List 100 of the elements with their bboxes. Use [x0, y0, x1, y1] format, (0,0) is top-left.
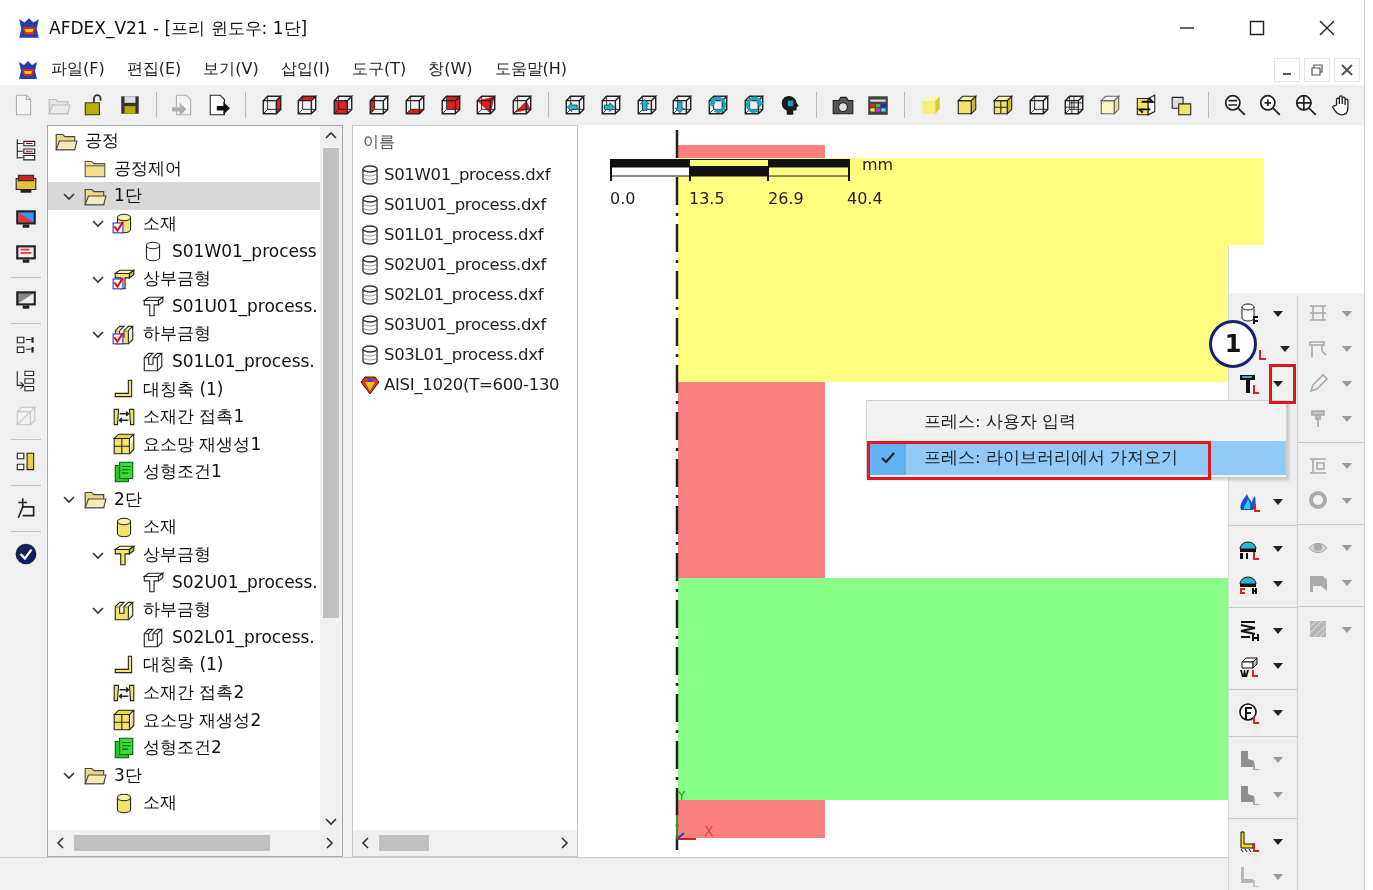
- tree-item[interactable]: 소재: [48, 209, 320, 238]
- scroll-thumb[interactable]: [379, 835, 429, 852]
- caret-icon: [1341, 497, 1352, 504]
- tree-item[interactable]: S01W01_process: [48, 237, 320, 265]
- scale-label: 13.5: [689, 188, 725, 208]
- scrollbar[interactable]: [48, 830, 342, 857]
- caret-icon: [1273, 756, 1283, 763]
- cylinder-icon: [359, 283, 381, 306]
- tree-item[interactable]: 성형조건2: [48, 733, 320, 762]
- tree-item[interactable]: 요소망 재생성1: [48, 430, 320, 458]
- caret-icon: [1273, 662, 1283, 669]
- tree-item[interactable]: 2단: [48, 485, 320, 514]
- annotation-frame: [1269, 364, 1296, 404]
- caret-icon: [1273, 873, 1283, 880]
- caret-icon: [1273, 545, 1283, 552]
- document-logo-icon: [17, 58, 39, 81]
- menu-item[interactable]: 창(W): [428, 59, 473, 81]
- grid-box-icon: [112, 432, 136, 457]
- scale-label: 0.0: [610, 188, 636, 208]
- caret-icon: [1341, 579, 1352, 586]
- tree-item[interactable]: 소재간 접촉2: [48, 678, 320, 707]
- letter-mark-icon: [1259, 349, 1266, 360]
- menu-item[interactable]: 파일(F): [51, 59, 105, 81]
- tree-item[interactable]: S02L01_process.: [48, 623, 320, 652]
- list-item[interactable]: S02L01_process.dxf: [359, 279, 577, 310]
- scale-label: 26.9: [768, 188, 804, 208]
- tree-item[interactable]: 하부금형: [48, 320, 320, 348]
- tree-item[interactable]: 상부금형: [48, 264, 320, 293]
- document-icon: [112, 735, 136, 760]
- scale-unit: mm: [862, 154, 894, 174]
- caret-icon: [1273, 498, 1283, 505]
- tree-item[interactable]: 공정제어: [48, 154, 320, 183]
- tree-item[interactable]: 3단: [48, 761, 320, 790]
- tree-item[interactable]: 대칭축 (1): [48, 375, 320, 403]
- menu-item[interactable]: 보기(V): [203, 59, 259, 81]
- caret-icon: [1273, 791, 1283, 798]
- tree-item[interactable]: 1단: [48, 182, 320, 210]
- window-title: AFDEX_V21 - [프리 윈도우: 1단]: [49, 16, 309, 40]
- cylinder-icon: [359, 343, 381, 366]
- tree-item[interactable]: 소재: [48, 513, 320, 541]
- die-icon: [141, 294, 165, 319]
- caret-icon: [1273, 380, 1283, 387]
- caret-icon: [1341, 310, 1352, 317]
- menu-item[interactable]: 삽입(I): [280, 59, 330, 81]
- tree-item[interactable]: S01L01_process.: [48, 347, 320, 376]
- list-item[interactable]: S01U01_process.dxf: [359, 189, 577, 220]
- list-item[interactable]: S03L01_process.dxf: [359, 339, 577, 370]
- cylinder-icon: [359, 193, 381, 216]
- tree-item[interactable]: 성형조건1: [48, 458, 320, 486]
- tree-item[interactable]: S01U01_process.: [48, 292, 320, 320]
- axis-label: X: [704, 822, 714, 839]
- boot-icon: [1237, 829, 1261, 854]
- caret-icon: [1341, 626, 1352, 633]
- grid-box-icon: [112, 708, 136, 733]
- caret-icon: [1280, 345, 1290, 352]
- menu-item[interactable]: 편집(E): [126, 59, 182, 81]
- scale-label: 40.4: [847, 188, 883, 208]
- caret-icon: [1273, 310, 1283, 317]
- axis-triad-icon: [674, 812, 698, 841]
- axis-label: Y: [678, 788, 686, 803]
- gem-icon: [359, 373, 381, 396]
- close-icon[interactable]: [1334, 57, 1360, 82]
- scrollbar[interactable]: [320, 125, 342, 831]
- caret-icon: [1341, 415, 1352, 422]
- caret-icon: [1341, 380, 1352, 387]
- menu-item[interactable]: 프레스: 사용자 입력: [867, 405, 1286, 439]
- caret-icon: [1273, 627, 1283, 634]
- caret-icon: [1341, 345, 1352, 352]
- circle-letter-icon: [1237, 700, 1261, 725]
- tree-item[interactable]: 요소망 재생성2: [48, 706, 320, 734]
- minimize-icon[interactable]: [1274, 57, 1300, 82]
- list-item[interactable]: S01L01_process.dxf: [359, 219, 577, 250]
- caret-icon: [1273, 838, 1283, 845]
- list-item[interactable]: AISI_1020(T=600-130: [359, 369, 577, 400]
- list-item[interactable]: S03U01_process.dxf: [359, 309, 577, 340]
- check-icon: [880, 451, 896, 465]
- tree-item[interactable]: 소재: [48, 789, 320, 817]
- tree-item[interactable]: 하부금형: [48, 595, 320, 624]
- menu-item[interactable]: 도구(T): [351, 59, 407, 81]
- scrollbar[interactable]: [353, 830, 577, 857]
- tree-item[interactable]: 상부금형: [48, 540, 320, 569]
- caret-icon: [1341, 462, 1352, 469]
- tree-item[interactable]: 소재간 접촉1: [48, 402, 320, 431]
- tree-item[interactable]: 공정: [48, 126, 320, 155]
- column-header[interactable]: 이름: [359, 131, 577, 160]
- menu-item[interactable]: 도움말(H): [494, 59, 567, 81]
- app-logo-icon: [17, 16, 41, 41]
- cylinder-icon: [359, 223, 381, 246]
- list-item[interactable]: S02U01_process.dxf: [359, 249, 577, 280]
- cylinder-icon: [359, 163, 381, 186]
- caret-icon: [1341, 544, 1352, 551]
- document-icon: [112, 459, 136, 484]
- caret-icon: [1273, 709, 1283, 716]
- tree-item[interactable]: S02U01_process.: [48, 568, 320, 596]
- tree-item[interactable]: 대칭축 (1): [48, 651, 320, 679]
- list-item[interactable]: S01W01_process.dxf: [359, 159, 577, 190]
- scroll-thumb[interactable]: [74, 835, 270, 852]
- die-icon: [141, 570, 165, 595]
- cylinder-icon: [359, 313, 381, 336]
- scroll-thumb[interactable]: [323, 147, 339, 618]
